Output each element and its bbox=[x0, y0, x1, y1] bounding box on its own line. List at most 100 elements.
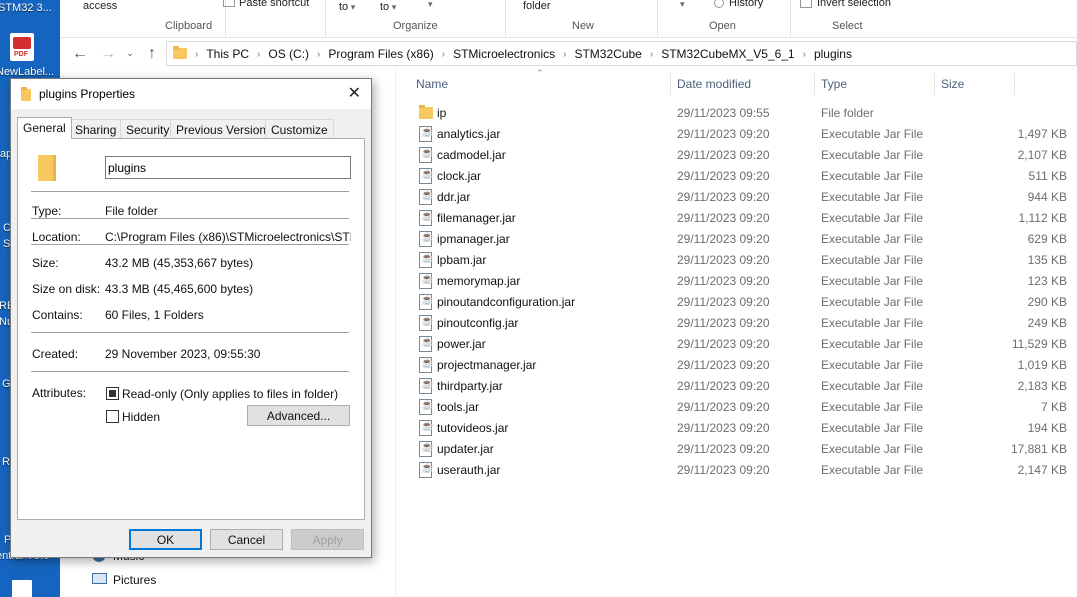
apply-button[interactable]: Apply bbox=[291, 529, 364, 550]
table-row[interactable]: projectmanager.jar 29/11/2023 09:20 Execut… bbox=[416, 355, 1067, 376]
advanced-button[interactable]: Advanced... bbox=[247, 405, 350, 426]
table-row[interactable]: userauth.jar 29/11/2023 09:20 Executable J… bbox=[416, 460, 1067, 481]
divider bbox=[31, 191, 349, 192]
jar-file-icon bbox=[419, 378, 433, 394]
column-header-date-modified[interactable]: Date modified bbox=[677, 77, 751, 91]
up-arrow-icon[interactable]: ↑ bbox=[142, 45, 162, 63]
new-folder-button[interactable]: folder bbox=[523, 0, 551, 12]
file-type: Executable Jar File bbox=[821, 148, 924, 162]
table-row[interactable]: tutovideos.jar 29/11/2023 09:20 Executable… bbox=[416, 418, 1067, 439]
column-header-name[interactable]: Name bbox=[416, 77, 448, 91]
type-label: Type: bbox=[32, 204, 62, 218]
breadcrumb-program-files[interactable]: Program Files (x86) bbox=[324, 47, 437, 61]
table-row[interactable]: memorymap.jar 29/11/2023 09:20 Executable … bbox=[416, 271, 1067, 292]
pdf-file-icon[interactable] bbox=[10, 33, 34, 61]
file-size: 629 KB bbox=[1027, 232, 1067, 246]
tab-sharing[interactable]: Sharing bbox=[69, 119, 123, 138]
location-value[interactable]: C:\Program Files (x86)\STMicroelectronic… bbox=[105, 230, 351, 244]
table-row[interactable]: cadmodel.jar 29/11/2023 09:20 Executable J… bbox=[416, 145, 1067, 166]
back-arrow-icon[interactable]: ← bbox=[70, 45, 90, 63]
chevron-right-icon[interactable]: › bbox=[438, 49, 449, 60]
file-size: 944 KB bbox=[1027, 190, 1067, 204]
table-row[interactable]: analytics.jar 29/11/2023 09:20 Executable … bbox=[416, 124, 1067, 145]
open-dropdown[interactable] bbox=[680, 0, 685, 10]
file-date-modified: 29/11/2023 09:20 bbox=[677, 463, 770, 477]
chevron-right-icon[interactable]: › bbox=[191, 49, 202, 60]
tab-customize[interactable]: Customize bbox=[265, 119, 334, 138]
table-row[interactable]: ipmanager.jar 29/11/2023 09:20 Executable … bbox=[416, 229, 1067, 250]
easy-access-button[interactable]: access bbox=[83, 0, 117, 12]
chevron-right-icon[interactable]: › bbox=[646, 49, 657, 60]
address-bar[interactable]: › This PC › OS (C:) › Program Files (x86… bbox=[166, 41, 1077, 66]
table-row[interactable]: updater.jar 29/11/2023 09:20 Executable Ja… bbox=[416, 439, 1067, 460]
chevron-right-icon[interactable]: › bbox=[313, 49, 324, 60]
size-on-disk-label: Size on disk: bbox=[32, 282, 101, 296]
read-only-label[interactable]: Read-only (Only applies to files in fold… bbox=[122, 387, 338, 401]
forward-arrow-icon[interactable]: → bbox=[98, 45, 118, 63]
nav-item-pictures[interactable]: Pictures bbox=[113, 573, 156, 587]
breadcrumb-this-pc[interactable]: This PC bbox=[202, 47, 253, 61]
hidden-checkbox[interactable] bbox=[106, 410, 119, 423]
chevron-right-icon[interactable]: › bbox=[799, 49, 810, 60]
delete-dropdown[interactable] bbox=[428, 0, 433, 10]
jar-file-icon bbox=[419, 294, 433, 310]
ribbon-divider bbox=[505, 0, 506, 36]
document-icon[interactable] bbox=[12, 580, 32, 597]
folder-icon bbox=[419, 105, 433, 119]
file-size: 135 KB bbox=[1027, 253, 1067, 267]
column-header-size[interactable]: Size bbox=[941, 77, 964, 91]
table-row[interactable]: tools.jar 29/11/2023 09:20 Executable Jar … bbox=[416, 397, 1067, 418]
file-date-modified: 29/11/2023 09:20 bbox=[677, 442, 770, 456]
paste-shortcut-button[interactable]: Paste shortcut bbox=[239, 0, 309, 9]
chevron-right-icon[interactable]: › bbox=[253, 49, 264, 60]
breadcrumb-stm32cube[interactable]: STM32Cube bbox=[570, 47, 645, 61]
table-row[interactable]: ddr.jar 29/11/2023 09:20 Executable Jar Fi… bbox=[416, 187, 1067, 208]
file-date-modified: 29/11/2023 09:55 bbox=[677, 106, 770, 120]
chevron-right-icon[interactable]: › bbox=[559, 49, 570, 60]
desktop-icon-label[interactable]: NewLabel... bbox=[0, 66, 54, 78]
breadcrumb-plugins[interactable]: plugins bbox=[810, 47, 856, 61]
cancel-button[interactable]: Cancel bbox=[210, 529, 283, 550]
column-divider[interactable] bbox=[814, 73, 815, 95]
table-row[interactable]: pinoutandconfiguration.jar 29/11/2023 09:… bbox=[416, 292, 1067, 313]
file-size: 2,183 KB bbox=[1017, 379, 1067, 393]
breadcrumb-stm32cubemx[interactable]: STM32CubeMX_V5_6_1 bbox=[657, 47, 798, 61]
table-row[interactable]: pinoutconfig.jar 29/11/2023 09:20 Executab… bbox=[416, 313, 1067, 334]
breadcrumb-stmicroelectronics[interactable]: STMicroelectronics bbox=[449, 47, 559, 61]
file-type: Executable Jar File bbox=[821, 169, 924, 183]
folder-name-input[interactable] bbox=[105, 156, 351, 179]
column-divider[interactable] bbox=[1014, 73, 1015, 95]
invert-selection-icon bbox=[800, 0, 812, 8]
file-type: Executable Jar File bbox=[821, 379, 924, 393]
desktop-icon-label[interactable]: R bbox=[2, 456, 10, 468]
recent-locations-chevron-icon[interactable]: ⌄ bbox=[120, 48, 140, 59]
close-icon[interactable]: ✕ bbox=[348, 83, 361, 103]
history-button[interactable]: History bbox=[729, 0, 763, 9]
ok-button[interactable]: OK bbox=[129, 529, 202, 550]
read-only-checkbox[interactable] bbox=[106, 387, 119, 400]
table-row[interactable]: clock.jar 29/11/2023 09:20 Executable Jar … bbox=[416, 166, 1067, 187]
jar-file-icon bbox=[419, 420, 433, 436]
column-header-type[interactable]: Type bbox=[821, 77, 847, 91]
column-divider[interactable] bbox=[934, 73, 935, 95]
table-row[interactable]: thirdparty.jar 29/11/2023 09:20 Executable… bbox=[416, 376, 1067, 397]
tab-security[interactable]: Security bbox=[120, 119, 176, 138]
breadcrumb-os-c[interactable]: OS (C:) bbox=[264, 47, 313, 61]
dialog-title-bar[interactable]: plugins Properties ✕ bbox=[11, 79, 371, 109]
tab-previous-versions[interactable]: Previous Versions bbox=[170, 119, 279, 138]
desktop-icon-label[interactable]: STM32 3... bbox=[0, 2, 52, 14]
column-divider[interactable] bbox=[670, 73, 671, 95]
tab-general[interactable]: General bbox=[17, 117, 72, 139]
table-row[interactable]: ip 29/11/2023 09:55 File folder bbox=[416, 103, 1016, 124]
file-date-modified: 29/11/2023 09:20 bbox=[677, 421, 770, 435]
copy-to-button[interactable]: to bbox=[380, 1, 396, 13]
table-row[interactable]: lpbam.jar 29/11/2023 09:20 Executable Jar … bbox=[416, 250, 1067, 271]
jar-file-icon bbox=[419, 462, 433, 478]
move-to-button[interactable]: to bbox=[339, 1, 355, 13]
hidden-label[interactable]: Hidden bbox=[122, 410, 160, 424]
invert-selection-button[interactable]: Invert selection bbox=[817, 0, 891, 9]
table-row[interactable]: power.jar 29/11/2023 09:20 Executable Jar … bbox=[416, 334, 1067, 355]
contains-value: 60 Files, 1 Folders bbox=[105, 308, 204, 322]
table-row[interactable]: filemanager.jar 29/11/2023 09:20 Executabl… bbox=[416, 208, 1067, 229]
file-date-modified: 29/11/2023 09:20 bbox=[677, 379, 770, 393]
